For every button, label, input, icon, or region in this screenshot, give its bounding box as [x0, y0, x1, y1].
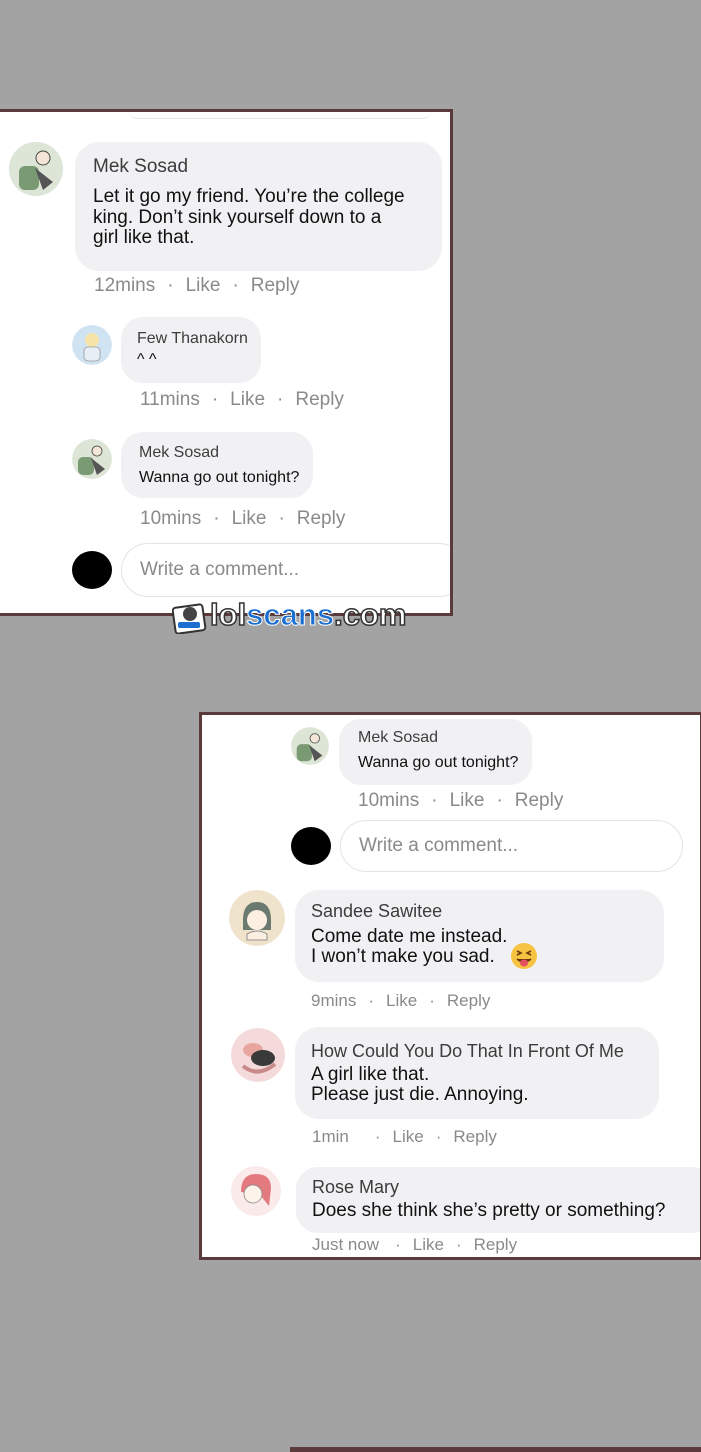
commenter-avatar-icon[interactable] — [72, 439, 112, 479]
watermark-text-1: lol — [209, 596, 247, 633]
commenter-avatar-icon[interactable] — [231, 1166, 281, 1216]
comment-text-line: I won’t make you sad. — [311, 946, 495, 967]
commenter-avatar-icon[interactable] — [291, 727, 329, 765]
comment-text: Does she think she’s pretty or something… — [312, 1200, 666, 1221]
comment-text-line: Please just die. Annoying. — [311, 1084, 529, 1105]
comment-time: Just now — [312, 1235, 380, 1254]
comment-time: 10mins — [358, 790, 420, 811]
comment-text: Wanna go out tonight? — [358, 754, 519, 771]
like-button[interactable]: Like — [450, 790, 485, 812]
like-button[interactable]: Like — [186, 275, 221, 297]
watermark-text-2: scans — [246, 597, 335, 633]
comment-bubble — [121, 432, 313, 498]
reply-button[interactable]: Reply — [453, 1127, 496, 1147]
like-button[interactable]: Like — [393, 1127, 424, 1147]
comment-time: 11mins — [140, 389, 200, 410]
comment-meta: 9mins · Like · Reply — [311, 991, 491, 1011]
like-button[interactable]: Like — [232, 508, 267, 530]
reply-button[interactable]: Reply — [447, 991, 490, 1011]
comment-author[interactable]: Mek Sosad — [139, 444, 219, 462]
site-watermark: lolscans.com — [171, 596, 407, 635]
comment-author[interactable]: Sandee Sawitee — [311, 901, 442, 922]
like-button[interactable]: Like — [413, 1235, 444, 1255]
comment-input[interactable]: Write a comment... — [121, 543, 450, 597]
comment-meta: 1min · Like · Reply — [312, 1127, 497, 1147]
reply-button[interactable]: Reply — [295, 389, 344, 411]
comment-text-line: king. Don’t sink yourself down to a — [93, 207, 382, 228]
current-user-avatar-icon — [72, 551, 112, 589]
next-panel-edge — [290, 1447, 701, 1452]
reply-button[interactable]: Reply — [251, 275, 300, 297]
comment-meta: 10mins · Like · Reply — [358, 790, 564, 812]
comment-text: ^ ^ — [137, 351, 157, 368]
comment-author[interactable]: Rose Mary — [312, 1177, 399, 1198]
tongue-out-emoji-icon — [510, 942, 538, 970]
comment-time: 9mins — [311, 991, 357, 1010]
comment-author[interactable]: How Could You Do That In Front Of Me — [311, 1041, 624, 1062]
reply-button[interactable]: Reply — [474, 1235, 517, 1255]
comment-input-placeholder: Write a comment... — [359, 835, 519, 856]
comment-meta: 12mins · Like · Reply — [94, 275, 300, 297]
comment-time: 10mins — [140, 508, 202, 529]
reply-button[interactable]: Reply — [297, 508, 346, 530]
comment-author[interactable]: Few Thanakorn — [137, 330, 248, 348]
comment-text-line: Come date me instead. — [311, 926, 508, 947]
comment-meta: 10mins · Like · Reply — [140, 508, 346, 530]
current-user-avatar-icon — [291, 827, 331, 865]
like-button[interactable]: Like — [386, 991, 417, 1011]
comment-text-line: Let it go my friend. You’re the college — [93, 186, 405, 207]
reply-button[interactable]: Reply — [515, 790, 564, 812]
comment-input-placeholder: Write a comment... — [140, 559, 300, 580]
comment-meta: 11mins · Like · Reply — [140, 389, 344, 411]
like-button[interactable]: Like — [230, 389, 265, 411]
comment-text-line: girl like that. — [93, 227, 195, 248]
commenter-avatar-icon[interactable] — [231, 1028, 285, 1082]
watermark-logo-icon — [171, 600, 208, 635]
commenter-avatar-icon[interactable] — [229, 890, 285, 946]
comment-author[interactable]: Mek Sosad — [358, 729, 438, 747]
commenter-avatar-icon[interactable] — [9, 142, 63, 196]
comment-time: 12mins — [94, 275, 156, 296]
comment-input[interactable]: Write a comment... — [340, 820, 683, 872]
previous-comment-edge — [130, 112, 430, 119]
watermark-text-3: .com — [333, 596, 407, 633]
comment-bubble — [121, 317, 261, 383]
comment-text-line: A girl like that. — [311, 1064, 430, 1085]
comment-text: Wanna go out tonight? — [139, 469, 300, 486]
comment-panel-bottom: Mek Sosad Wanna go out tonight? 10mins · L… — [199, 712, 701, 1260]
comment-panel-top: Mek Sosad Let it go my friend. You’re th… — [0, 109, 453, 616]
commenter-avatar-icon[interactable] — [72, 325, 112, 365]
comment-author[interactable]: Mek Sosad — [93, 156, 188, 178]
comment-meta: Just now · Like · Reply — [312, 1235, 518, 1255]
comment-time: 1min — [312, 1127, 349, 1146]
